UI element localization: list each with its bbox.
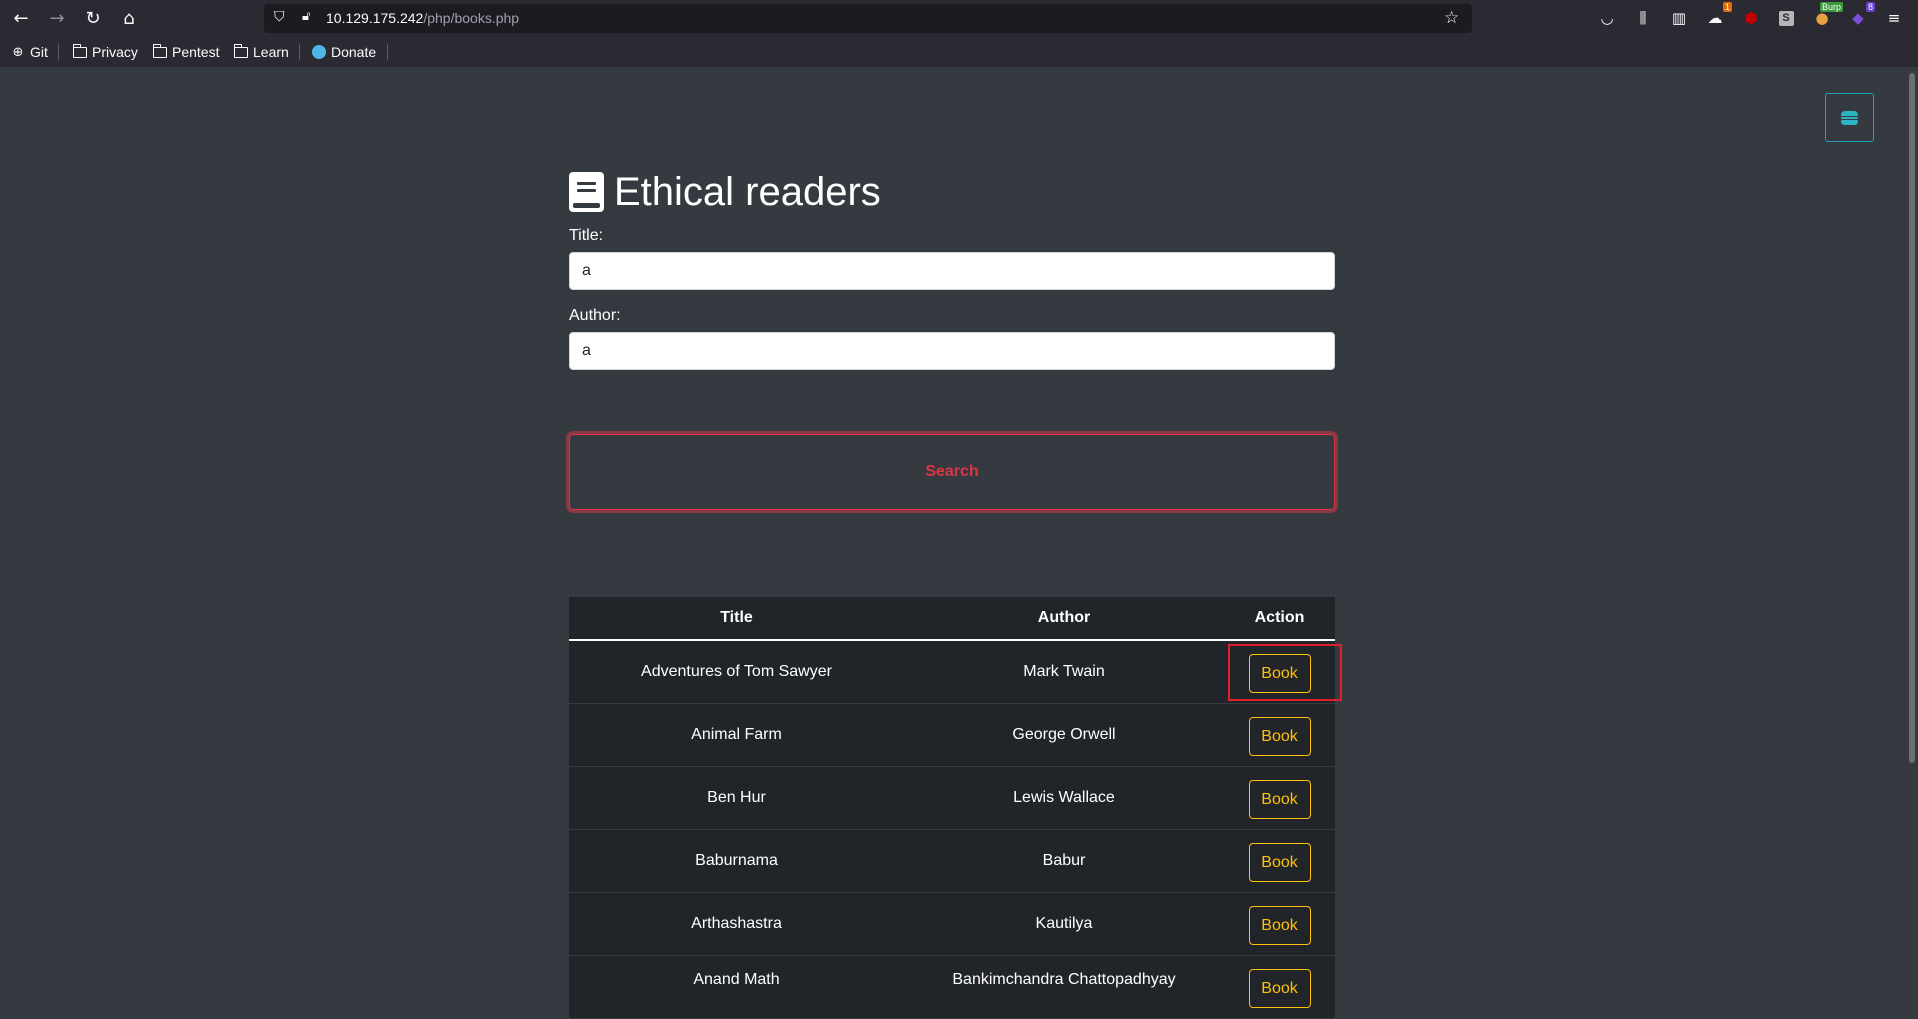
- ublock-icon[interactable]: ⬢: [1740, 7, 1762, 29]
- books-table: Title Author Action Adventures of Tom Sa…: [569, 597, 1342, 1019]
- folder-icon: [152, 43, 168, 59]
- extension-badge-count-2: 8: [1865, 2, 1875, 12]
- table-row: Animal Farm George Orwell Book: [569, 704, 1335, 767]
- book-title-cell: Arthashastra: [691, 915, 782, 932]
- book-button[interactable]: Book: [1248, 780, 1311, 819]
- bookmark-label: Donate: [331, 44, 377, 60]
- bookmark-privacy[interactable]: Privacy: [72, 42, 138, 62]
- extension-badge-count: 1: [1722, 2, 1732, 12]
- title-input-value: a: [582, 262, 591, 279]
- pocket-icon[interactable]: ◡: [1596, 7, 1618, 29]
- bookmark-donate[interactable]: Donate: [311, 42, 376, 62]
- action-cell: Book: [1224, 830, 1335, 892]
- highlight-annotation-box: [1228, 644, 1342, 701]
- bookmark-separator: [299, 44, 300, 60]
- bookmark-learn[interactable]: Learn: [233, 42, 289, 62]
- bookmark-star-icon[interactable]: ☆: [1444, 8, 1464, 28]
- column-header-action: Action: [1254, 609, 1305, 626]
- book-author-cell: Mark Twain: [1023, 663, 1105, 680]
- extension-s-icon[interactable]: S: [1775, 7, 1797, 29]
- author-input[interactable]: a: [569, 332, 1335, 370]
- action-cell: Book: [1224, 767, 1335, 829]
- table-row: Ben Hur Lewis Wallace Book: [569, 767, 1335, 830]
- extension-icon[interactable]: ☁ 1: [1704, 2, 1732, 29]
- page-heading: Ethical readers: [569, 167, 1335, 217]
- page-content: Ethical readers Title: a Author: a Searc…: [0, 67, 1918, 1019]
- back-arrow-icon[interactable]: ←: [9, 6, 33, 30]
- bookmark-pentest[interactable]: Pentest: [152, 42, 219, 62]
- book-title-cell: Anand Math: [693, 971, 780, 988]
- table-header: Title Author Action: [569, 597, 1335, 641]
- search-form-container: Ethical readers Title: a Author: a Searc…: [569, 167, 1335, 510]
- table-row: Anand Math Bankimchandra Chattopadhyay B…: [569, 956, 1335, 1019]
- author-label: Author:: [569, 307, 621, 324]
- search-button[interactable]: Search: [569, 434, 1335, 510]
- book-title-cell: Adventures of Tom Sawyer: [641, 663, 832, 680]
- burp-icon[interactable]: ● Burp: [1811, 2, 1843, 29]
- library-icon[interactable]: ⫼: [1632, 7, 1654, 29]
- book-button[interactable]: Book: [1248, 969, 1311, 1008]
- book-icon: [569, 172, 604, 212]
- book-title-cell: Ben Hur: [707, 789, 766, 806]
- burp-badge: Burp: [1819, 2, 1843, 12]
- search-button-label: Search: [925, 463, 979, 480]
- navigation-toolbar: ← → ↻ ⌂ ⛉ 🔓︎ 10.129.175.242/php/books.ph…: [0, 0, 1918, 36]
- insecure-lock-icon[interactable]: 🔓︎: [302, 9, 320, 27]
- forward-arrow-icon[interactable]: →: [45, 6, 69, 30]
- sidebar-icon[interactable]: ▥: [1668, 7, 1690, 29]
- title-input[interactable]: a: [569, 252, 1335, 290]
- burger-icon: [1841, 110, 1858, 125]
- browser-chrome: ← → ↻ ⌂ ⛉ 🔓︎ 10.129.175.242/php/books.ph…: [0, 0, 1918, 67]
- book-author-cell: Kautilya: [1035, 915, 1093, 932]
- url-path: /php/books.php: [423, 10, 520, 26]
- action-cell: Book: [1224, 893, 1335, 955]
- book-title-cell: Baburnama: [695, 852, 778, 869]
- bookmark-separator: [387, 44, 388, 60]
- book-author-cell: Lewis Wallace: [1013, 789, 1115, 806]
- address-bar[interactable]: ⛉ 🔓︎ 10.129.175.242/php/books.php ☆: [264, 4, 1472, 33]
- book-author-cell: Bankimchandra Chattopadhyay: [952, 971, 1176, 988]
- action-cell: Book: [1224, 956, 1335, 1018]
- bookmark-label: Privacy: [92, 44, 138, 60]
- menu-icon[interactable]: ≡: [1883, 7, 1905, 29]
- book-author-cell: Babur: [1042, 852, 1086, 869]
- title-label: Title:: [569, 227, 604, 244]
- bookmark-label: Learn: [253, 44, 289, 60]
- folder-icon: [233, 43, 249, 59]
- navbar-toggle-button[interactable]: [1825, 93, 1874, 142]
- book-button[interactable]: Book: [1248, 843, 1311, 882]
- bookmarks-toolbar: ⊕ Git Privacy Pentest Learn Donate: [0, 38, 1918, 66]
- bookmark-label: Git: [30, 44, 48, 60]
- book-author-cell: George Orwell: [1012, 726, 1116, 743]
- book-title-cell: Animal Farm: [691, 726, 782, 743]
- column-header-author: Author: [1037, 609, 1091, 626]
- bookmark-git[interactable]: ⊕ Git: [10, 42, 48, 62]
- globe-icon: ⊕: [12, 44, 24, 60]
- author-input-value: a: [582, 342, 591, 359]
- bookmark-label: Pentest: [172, 44, 220, 60]
- column-header-title: Title: [720, 609, 753, 626]
- reload-icon[interactable]: ↻: [81, 6, 105, 30]
- extension-badge-icon[interactable]: ◆ 8: [1847, 2, 1875, 29]
- table-row: Adventures of Tom Sawyer Mark Twain Book: [569, 641, 1342, 704]
- book-button[interactable]: Book: [1248, 906, 1311, 945]
- tracking-shield-icon[interactable]: ⛉: [274, 9, 292, 27]
- bookmark-separator: [58, 44, 59, 60]
- table-row: Arthashastra Kautilya Book: [569, 893, 1335, 956]
- folder-icon: [72, 43, 88, 59]
- scrollbar-thumb[interactable]: [1909, 73, 1915, 763]
- action-cell: Book: [1224, 704, 1335, 766]
- donate-icon: [311, 45, 327, 59]
- page-scrollbar[interactable]: [1906, 67, 1918, 979]
- book-button[interactable]: Book: [1248, 717, 1311, 756]
- url-host: 10.129.175.242: [326, 10, 424, 26]
- home-icon[interactable]: ⌂: [117, 6, 141, 30]
- table-row: Baburnama Babur Book: [569, 830, 1335, 893]
- page-title: Ethical readers: [614, 170, 881, 214]
- url-text[interactable]: 10.129.175.242/php/books.php: [326, 10, 519, 26]
